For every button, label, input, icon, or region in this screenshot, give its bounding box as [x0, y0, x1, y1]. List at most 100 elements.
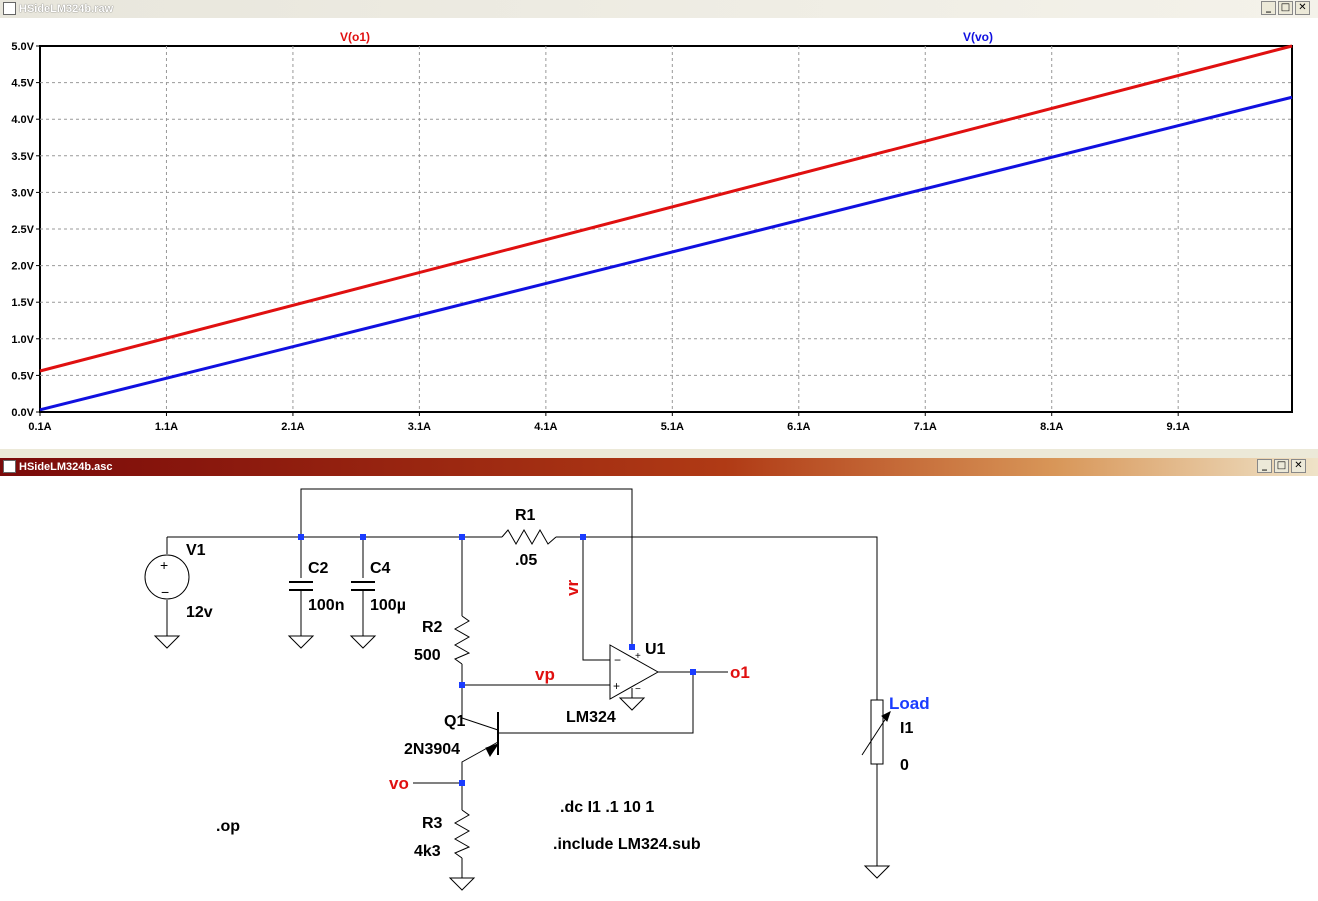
r1-ref: R1	[515, 507, 536, 524]
x-tick-label: 5.1A	[661, 421, 684, 433]
svg-text:−: −	[161, 584, 169, 600]
i1-value: 0	[900, 757, 909, 774]
waveform-app-icon	[3, 2, 16, 15]
wire	[461, 741, 499, 878]
x-tick-label: 6.1A	[787, 421, 810, 433]
svg-text:+: +	[160, 557, 168, 573]
junction-dot	[459, 780, 465, 786]
x-tick-label: 0.1A	[28, 421, 51, 433]
junction-dot	[298, 534, 304, 540]
c4-value: 100µ	[370, 597, 406, 614]
ground-symbol	[618, 697, 646, 711]
maximize-icon[interactable]: □	[1278, 1, 1293, 15]
y-tick-label: 5.0V	[11, 41, 34, 53]
junction-dot	[459, 534, 465, 540]
junction-dot	[690, 669, 696, 675]
wire	[300, 488, 633, 648]
wire	[556, 536, 878, 700]
u1-supply-plus-pin: +	[635, 651, 641, 662]
resistor-r2[interactable]	[453, 615, 471, 665]
directive-op: .op	[216, 818, 240, 835]
r2-ref: R2	[422, 619, 443, 636]
resistor-r1[interactable]	[501, 528, 557, 546]
net-label-vr: vr	[563, 580, 582, 596]
series-line-1	[39, 95, 1293, 412]
series-line-0	[39, 44, 1293, 373]
c2-ref: C2	[308, 560, 329, 577]
x-tick-label: 1.1A	[155, 421, 178, 433]
minimize-icon[interactable]: _	[1257, 459, 1272, 473]
net-label-vo: vo	[389, 774, 409, 793]
x-tick-label: 4.1A	[534, 421, 557, 433]
u1-supply-minus-pin: −	[635, 684, 641, 695]
voltage-source-v1[interactable]: + − V1 12v	[144, 542, 213, 621]
y-tick-label: 2.0V	[11, 261, 34, 273]
v1-ref: V1	[186, 542, 206, 559]
y-tick-label: 0.5V	[11, 370, 34, 382]
waveform-titlebar[interactable]: HSideLM324b.raw _ □ ✕	[0, 0, 1318, 18]
wire	[461, 685, 499, 731]
r3-value: 4k3	[414, 843, 441, 860]
ground-symbol	[448, 877, 476, 891]
directive-include: .include LM324.sub	[553, 836, 701, 853]
y-tick-label: 3.0V	[11, 187, 34, 199]
junction-dot	[459, 682, 465, 688]
schematic-canvas[interactable]: + − V1 12v C2 100n C4 100µ R1 .05 R2 500…	[0, 476, 1318, 901]
u1-plus-pin: +	[613, 679, 620, 693]
x-tick-label: 8.1A	[1040, 421, 1063, 433]
junction-dot	[629, 644, 635, 650]
u1-value: LM324	[566, 709, 616, 726]
ground-symbol	[287, 635, 315, 649]
x-tick-label: 2.1A	[281, 421, 304, 433]
ground-symbol	[863, 865, 891, 879]
i1-ref: I1	[900, 720, 913, 737]
waveform-plot[interactable]: 0.0V 0.5V 1.0V 1.5V 2.0V 2.5V 3.0V 3.5V 4.0V 4.5V…	[0, 18, 1318, 449]
minimize-icon[interactable]: _	[1261, 1, 1276, 15]
y-tick-label: 2.5V	[11, 224, 34, 236]
y-tick-label: 0.0V	[11, 407, 34, 419]
schematic-window: HSideLM324b.asc _ □ ✕ + − V1 12v C2 100n…	[0, 458, 1318, 901]
y-tick-label: 4.0V	[11, 114, 34, 126]
legend-entry-1: V(vo)	[963, 30, 993, 44]
waveform-window-title: HSideLM324b.raw	[19, 3, 114, 15]
q1-ref: Q1	[444, 713, 465, 730]
waveform-window: HSideLM324b.raw _ □ ✕ 0.0V 0.5V 1.0V 1.5V 2.…	[0, 0, 1318, 449]
schematic-titlebar[interactable]: HSideLM324b.asc _ □ ✕	[0, 458, 1318, 476]
legend-entry-0: V(o1)	[340, 30, 370, 44]
c2-value: 100n	[308, 597, 344, 614]
close-icon[interactable]: ✕	[1295, 1, 1310, 15]
u1-minus-pin: −	[614, 653, 621, 667]
junction-dot	[580, 534, 586, 540]
junction-dot	[360, 534, 366, 540]
schematic-window-title: HSideLM324b.asc	[19, 461, 113, 473]
capacitor-c4[interactable]	[351, 581, 375, 591]
r3-ref: R3	[422, 815, 443, 832]
capacitor-c2[interactable]	[289, 581, 313, 591]
x-tick-label: 3.1A	[408, 421, 431, 433]
directive-dc: .dc I1 .1 10 1	[560, 799, 654, 816]
transistor-q1[interactable]	[485, 712, 500, 757]
x-tick-label: 9.1A	[1167, 421, 1190, 433]
ground-symbol	[153, 635, 181, 649]
net-label-o1: o1	[730, 663, 750, 682]
q1-value: 2N3904	[404, 741, 460, 758]
schematic-app-icon	[3, 460, 16, 473]
y-tick-label: 3.5V	[11, 151, 34, 163]
y-tick-label: 1.0V	[11, 334, 34, 346]
resistor-r3[interactable]	[453, 809, 471, 859]
i1-label: Load	[889, 694, 930, 713]
close-icon[interactable]: ✕	[1291, 459, 1306, 473]
r1-value: .05	[515, 552, 537, 569]
u1-ref: U1	[645, 641, 666, 658]
x-tick-label: 7.1A	[914, 421, 937, 433]
maximize-icon[interactable]: □	[1274, 459, 1289, 473]
r2-value: 500	[414, 647, 441, 664]
wire	[582, 537, 610, 661]
v1-value: 12v	[186, 604, 213, 621]
y-tick-label: 1.5V	[11, 297, 34, 309]
c4-ref: C4	[370, 560, 391, 577]
ground-symbol	[349, 635, 377, 649]
current-source-i1[interactable]	[861, 699, 891, 765]
net-label-vp: vp	[535, 665, 555, 684]
y-tick-label: 4.5V	[11, 78, 34, 90]
